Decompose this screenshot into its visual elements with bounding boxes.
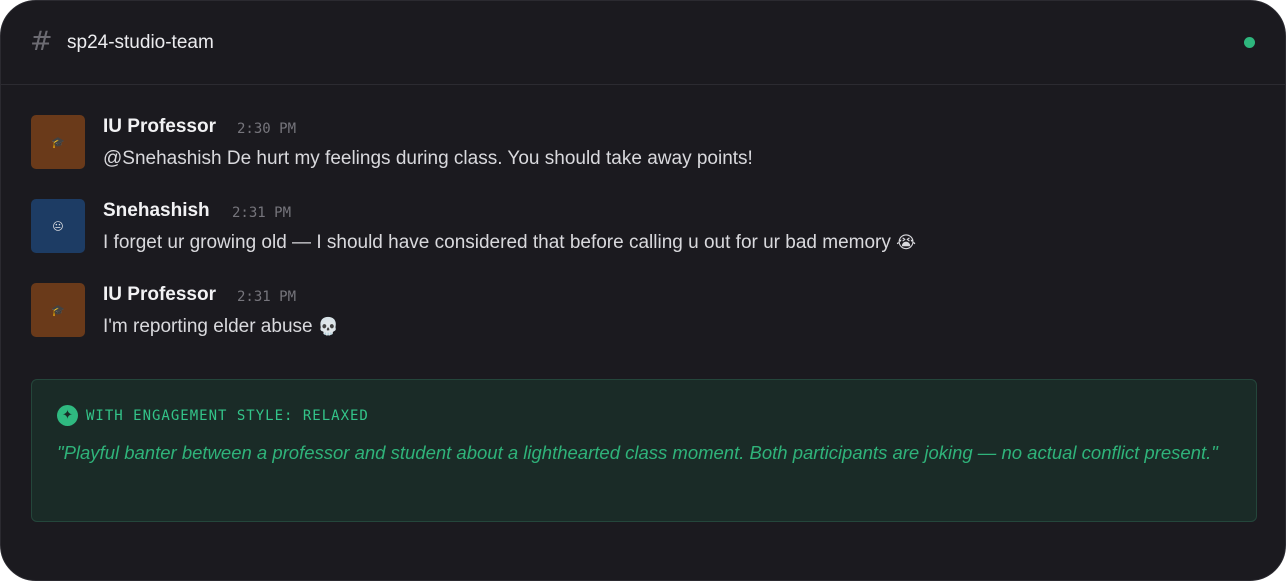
message-item: 🎓 IU Professor 2:30 PM @Snehashish De hu… <box>31 115 1251 175</box>
avatar[interactable]: 🎓 <box>31 283 85 337</box>
avatar[interactable]: 😐 <box>31 199 85 253</box>
message-item: 😐 Snehashish 2:31 PM I forget ur growing… <box>31 199 1251 259</box>
message-timestamp: 2:31 PM <box>237 289 297 305</box>
message-text: @Snehashish De hurt my feelings during c… <box>103 147 753 171</box>
message-body: I forget ur growing old — I should have … <box>103 232 891 253</box>
message-author[interactable]: IU Professor <box>103 283 216 307</box>
online-status-dot <box>1244 37 1255 48</box>
message-timestamp: 2:30 PM <box>237 121 297 137</box>
channel-hash-icon: # <box>30 26 53 57</box>
skull-icon: 💀 <box>317 317 340 337</box>
sparkle-icon: ✦ <box>57 405 78 426</box>
engagement-summary-panel: ✦ WITH ENGAGEMENT STYLE: RELAXED "Playfu… <box>31 379 1257 522</box>
chat-window: # sp24-studio-team 🎓 IU Professor 2:30 P… <box>0 0 1286 581</box>
graduation-cap-icon: 🎓 <box>51 304 65 317</box>
channel-name[interactable]: sp24-studio-team <box>67 31 214 55</box>
loudly-crying-face-icon: 😭 <box>896 233 917 253</box>
message-body: I'm reporting elder abuse <box>103 316 313 337</box>
face-emoji-icon: 😐 <box>52 220 64 233</box>
message-author[interactable]: Snehashish <box>103 199 210 223</box>
message-text: I forget ur growing old — I should have … <box>103 231 916 255</box>
message-text: I'm reporting elder abuse 💀 <box>103 315 339 339</box>
engagement-summary-text: "Playful banter between a professor and … <box>57 442 1218 463</box>
message-body: @Snehashish De hurt my feelings during c… <box>103 148 753 169</box>
message-timestamp: 2:31 PM <box>232 205 292 221</box>
engagement-style-label: WITH ENGAGEMENT STYLE: RELAXED <box>86 408 369 424</box>
channel-header: # sp24-studio-team <box>1 1 1285 85</box>
graduation-cap-icon: 🎓 <box>51 136 65 149</box>
avatar[interactable]: 🎓 <box>31 115 85 169</box>
message-item: 🎓 IU Professor 2:31 PM I'm reporting eld… <box>31 283 1251 343</box>
message-author[interactable]: IU Professor <box>103 115 216 139</box>
